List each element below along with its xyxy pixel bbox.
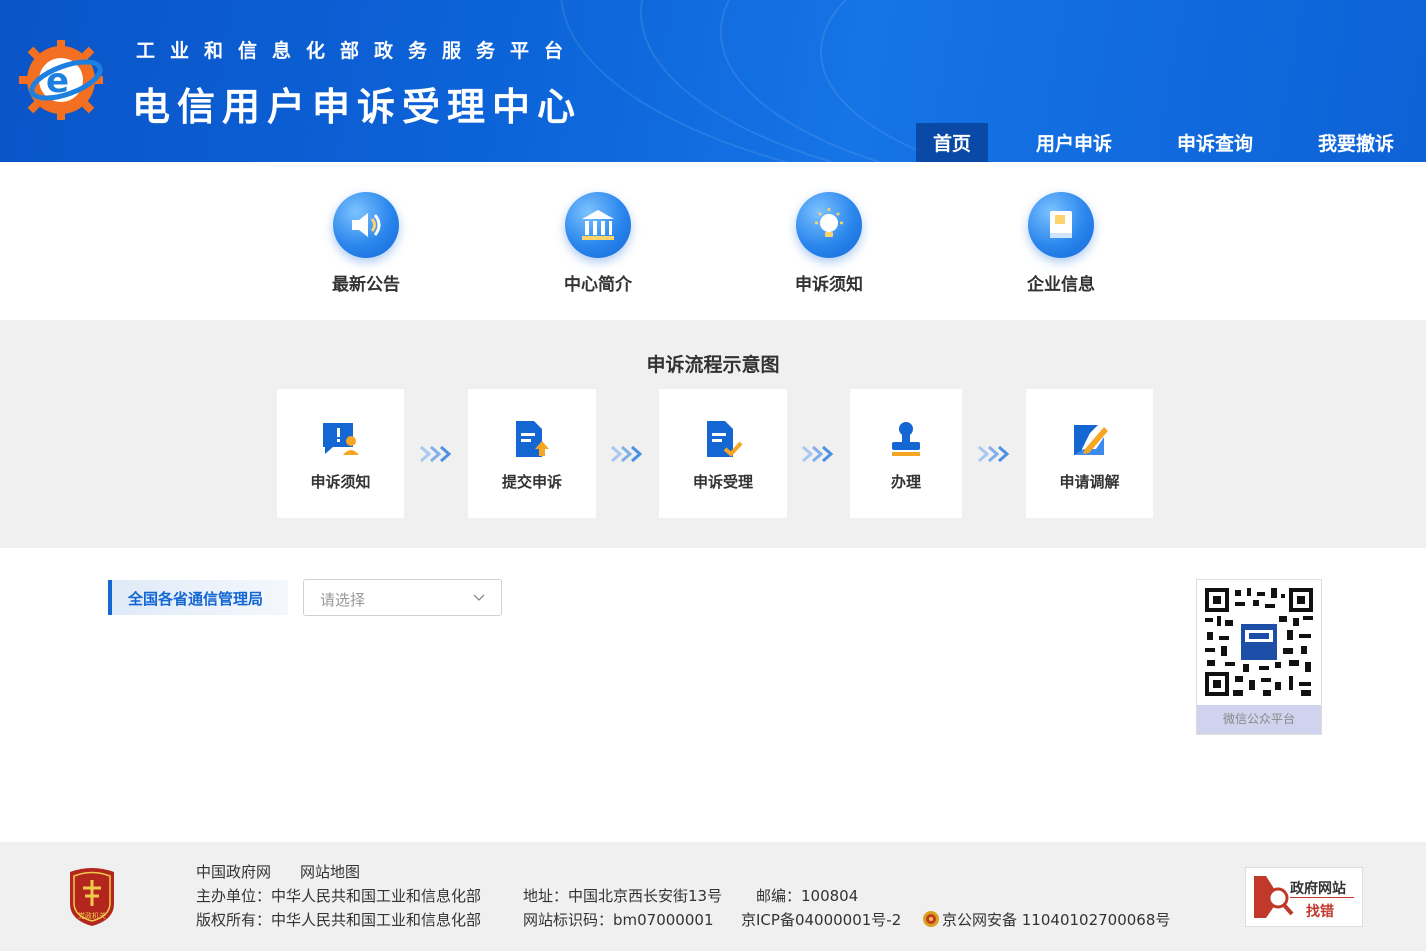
notice-chat-icon (323, 423, 359, 455)
province-bureau-label: 全国各省通信管理局 (108, 580, 288, 615)
qr-code-icon (1203, 586, 1315, 698)
stamp-icon (892, 422, 920, 456)
quick-link-label: 最新公告 (332, 275, 400, 295)
flow-step-handle[interactable]: 办理 (850, 389, 962, 518)
quick-link-intro[interactable]: 中心简介 (543, 192, 653, 295)
province-select[interactable]: 请选择 (303, 579, 502, 616)
quick-links: 最新公告 中心简介 申诉须知 企业信息 (0, 162, 1426, 320)
police-emblem-icon (923, 911, 939, 927)
gov-error-line1: 政府网站 (1290, 881, 1346, 897)
province-label-text: 全国各省通信管理局 (128, 590, 264, 608)
footer-link-sitemap[interactable]: 网站地图 (300, 861, 360, 882)
flow-step-notice[interactable]: 申诉须知 (277, 389, 404, 518)
quick-link-announcement[interactable]: 最新公告 (311, 192, 421, 295)
nav-user-complaint[interactable]: 用户申诉 (1026, 123, 1122, 162)
flow-step-label: 提交申诉 (501, 473, 562, 491)
chevron-right-icon (611, 445, 643, 463)
flow-step-label: 办理 (890, 473, 921, 491)
flow-step-accept[interactable]: 申诉受理 (659, 389, 787, 518)
book-icon (1050, 211, 1072, 238)
badge-text: 党政机关 (78, 911, 106, 920)
footer-address: 地址：中国北京西长安街13号 (523, 887, 723, 905)
center-title: 电信用户申诉受理中心 (132, 85, 583, 129)
gov-error-divider (1290, 897, 1354, 898)
footer-site-code: 网站标识码：bm07000001 (523, 911, 714, 929)
quick-link-label: 中心简介 (564, 275, 632, 295)
nav-complaint-query[interactable]: 申诉查询 (1167, 123, 1263, 162)
flow-step-submit[interactable]: 提交申诉 (468, 389, 596, 518)
flow-step-mediation[interactable]: 申请调解 (1026, 389, 1153, 518)
document-check-icon (707, 421, 743, 457)
party-gov-badge-icon: 党政机关 (70, 868, 114, 926)
document-upload-icon (516, 421, 549, 457)
flow-title: 申诉流程示意图 (646, 354, 780, 376)
quick-link-notice[interactable]: 申诉须知 (774, 192, 884, 295)
nav-home[interactable]: 首页 (916, 123, 988, 162)
flow-step-label: 申请调解 (1059, 473, 1120, 491)
lightbulb-icon (815, 208, 843, 237)
speaker-icon (352, 213, 381, 237)
flow-step-label: 申诉须知 (310, 473, 371, 491)
complaint-flow: 申诉流程示意图 申诉须知 提交申诉 申诉受理 办理 申请调解 (0, 320, 1426, 548)
chevron-right-icon (802, 445, 834, 463)
quick-link-label: 企业信息 (1027, 275, 1095, 295)
chevron-right-icon (978, 445, 1010, 463)
nav-withdraw-complaint[interactable]: 我要撤诉 (1308, 123, 1404, 162)
qr-label: 微信公众平台 (1197, 705, 1321, 734)
footer-link-gov[interactable]: 中国政府网 (196, 861, 271, 882)
chevron-right-icon (420, 445, 452, 463)
footer-postcode: 邮编：100804 (756, 887, 859, 905)
footer-sponsor: 主办单位：中华人民共和国工业和信息化部 (196, 887, 482, 905)
chevron-down-icon (473, 594, 485, 601)
wechat-qr-panel: 微信公众平台 (1196, 579, 1322, 735)
platform-title: 工业和信息化部政务服务平台 (136, 40, 579, 62)
gov-site-error-button[interactable]: 政府网站 找错 (1245, 867, 1363, 927)
footer-icp[interactable]: 京ICP备04000001号-2 (741, 909, 901, 930)
svg-text:e: e (46, 61, 69, 101)
quick-link-label: 申诉须知 (795, 275, 863, 295)
gov-error-line2: 找错 (1306, 904, 1334, 920)
edit-note-icon (1074, 425, 1108, 455)
select-placeholder: 请选择 (320, 591, 366, 609)
footer-police-record[interactable]: 京公网安备 11040102700068号 (942, 909, 1170, 930)
miit-logo-icon: e (19, 40, 103, 120)
footer-copyright: 版权所有：中华人民共和国工业和信息化部 (196, 911, 482, 929)
quick-link-enterprise[interactable]: 企业信息 (1006, 192, 1116, 295)
flow-step-label: 申诉受理 (692, 473, 753, 491)
building-icon (582, 210, 614, 240)
